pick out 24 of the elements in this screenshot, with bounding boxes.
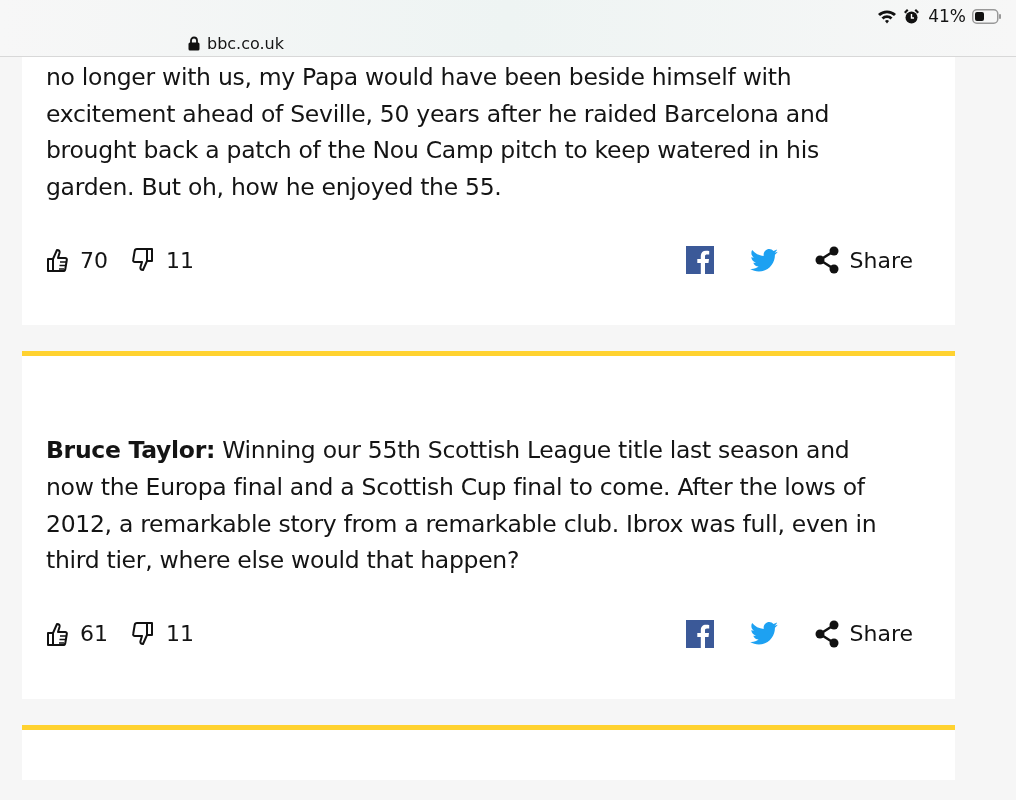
thumbs-down-icon[interactable]: [132, 247, 154, 274]
battery-percentage: 41%: [928, 6, 966, 26]
alarm-icon: [903, 7, 921, 25]
comment-text: no longer with us, my Papa would have been beside himself with excitement ahead of Seville, 50 years after he raided Barcelona and brought back a patch of the Nou Camp pitch to keep watered in his garden. But oh, how he enjoyed the 55.: [46, 62, 831, 203]
twitter-icon[interactable]: [749, 622, 778, 646]
comment-text: Bruce Taylor: Winning our 55th Scottish League title last season and now the Europa final and a Scottish Cup final to come. After the lows of 2012, a remarkable story from a remarkable club. Ibrox was full, even in third tier, where else would that happen?: [46, 435, 878, 577]
lock-icon: [188, 36, 200, 51]
facebook-icon[interactable]: [685, 619, 714, 648]
battery-icon: [972, 8, 1002, 24]
thumbs-up-icon[interactable]: [46, 247, 68, 274]
facebook-icon[interactable]: [685, 246, 714, 275]
share-button[interactable]: Share: [813, 246, 913, 275]
share-icon: [813, 246, 840, 275]
like-count: 70: [80, 247, 108, 273]
dislike-count: 11: [166, 621, 194, 647]
wifi-icon: [877, 8, 898, 24]
thumbs-up-icon[interactable]: [46, 620, 68, 647]
twitter-icon[interactable]: [749, 248, 778, 272]
address-bar-url[interactable]: bbc.co.uk: [188, 28, 284, 53]
thumbs-down-icon[interactable]: [132, 620, 154, 647]
like-count: 61: [80, 621, 108, 647]
share-icon: [813, 619, 840, 648]
dislike-count: 11: [166, 247, 194, 273]
share-button[interactable]: Share: [813, 619, 913, 648]
